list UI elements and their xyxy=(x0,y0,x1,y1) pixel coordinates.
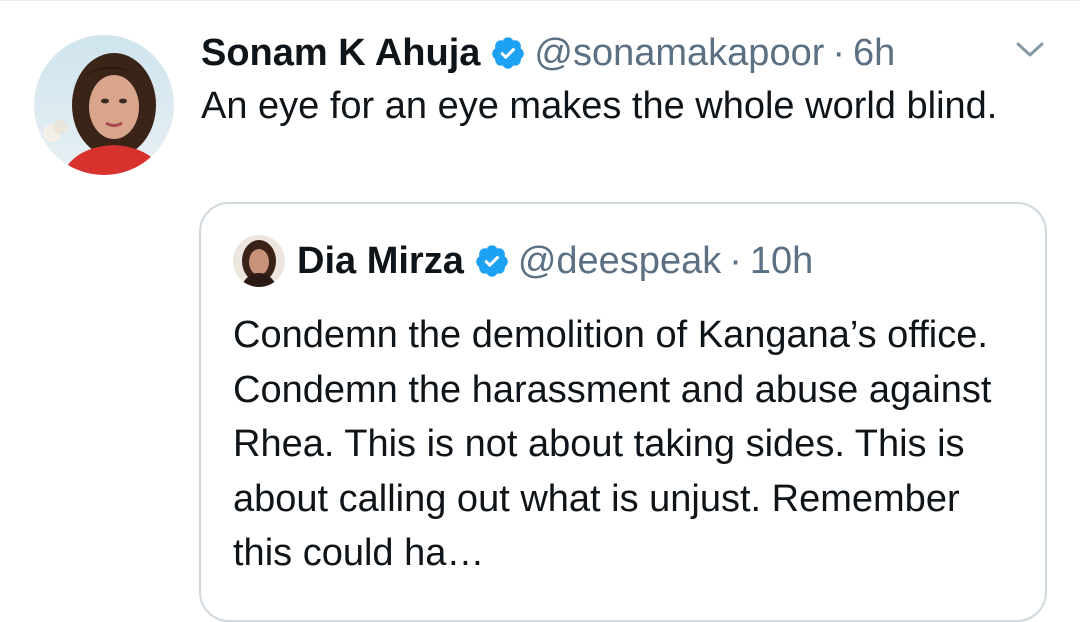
tweet-timestamp[interactable]: 6h xyxy=(853,32,895,75)
author-handle[interactable]: @sonamakapoor xyxy=(534,32,824,75)
chevron-down-icon xyxy=(1015,40,1045,65)
header-separator: · xyxy=(832,31,846,74)
author-avatar[interactable] xyxy=(34,35,174,175)
author-name[interactable]: Sonam K Ahuja xyxy=(201,32,480,75)
verified-badge-icon xyxy=(490,35,526,71)
quoted-tweet-card[interactable]: Dia Mirza @deespeak · 10h Condemn the de… xyxy=(199,202,1047,622)
quoted-header-separator: · xyxy=(729,239,742,282)
tweet-text: An eye for an eye makes the whole world … xyxy=(201,85,998,127)
verified-badge-icon xyxy=(474,243,510,279)
more-options-button[interactable] xyxy=(1010,34,1050,70)
quoted-author-avatar[interactable] xyxy=(233,235,285,287)
top-divider xyxy=(0,0,1080,1)
quoted-tweet-text: Condemn the demolition of Kangana’s offi… xyxy=(233,314,992,574)
tweet-header: Sonam K Ahuja @sonamakapoor · 6h xyxy=(201,28,895,78)
quoted-author-name[interactable]: Dia Mirza xyxy=(297,240,464,283)
quoted-tweet-header: Dia Mirza @deespeak · 10h xyxy=(233,234,813,288)
quoted-author-handle[interactable]: @deespeak xyxy=(518,240,721,283)
quoted-tweet-timestamp[interactable]: 10h xyxy=(750,240,813,283)
